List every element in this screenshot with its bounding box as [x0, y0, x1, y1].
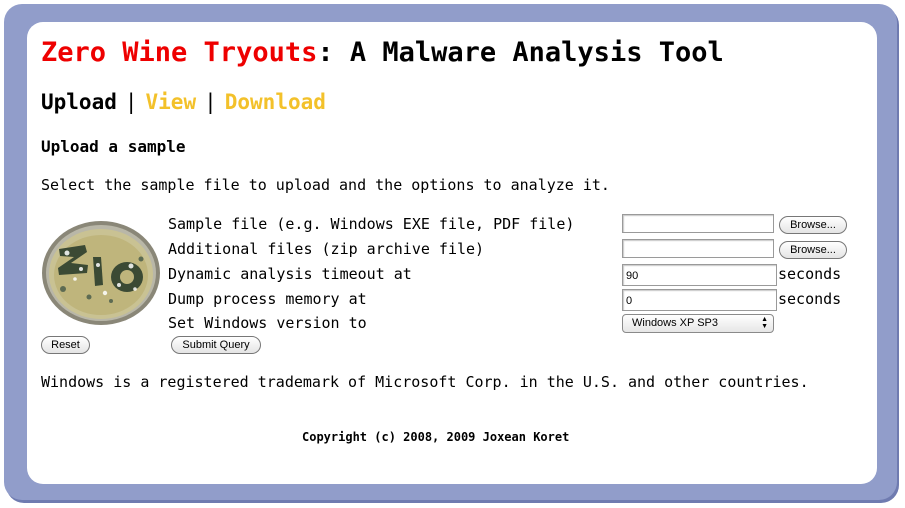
additional-files-label: Additional files (zip archive file) [168, 240, 485, 258]
timeout-unit: seconds [778, 265, 842, 283]
sample-file-label: Sample file (e.g. Windows EXE file, PDF … [168, 215, 575, 233]
title-subtitle: : A Malware Analysis Tool [317, 37, 724, 68]
sample-file-input[interactable] [622, 214, 774, 233]
page-title: Zero Wine Tryouts: A Malware Analysis To… [41, 37, 724, 68]
nav-upload[interactable]: Upload [41, 90, 117, 114]
select-arrows-icon: ▲ ▼ [761, 316, 768, 330]
submit-query-button[interactable]: Submit Query [171, 336, 261, 354]
timeout-input[interactable]: 90 [622, 264, 777, 286]
title-brand: Zero Wine Tryouts [41, 37, 318, 68]
windows-version-label: Set Windows version to [168, 314, 367, 332]
nav-separator: | [124, 90, 138, 114]
intro-text: Select the sample file to upload and the… [41, 176, 610, 194]
copyright-notice: Copyright (c) 2008, 2009 Joxean Koret [302, 430, 570, 444]
nav-download-link[interactable]: Download [225, 90, 326, 114]
additional-files-browse-button[interactable]: Browse... [779, 241, 847, 259]
timeout-label: Dynamic analysis timeout at [168, 265, 412, 283]
additional-files-input[interactable] [622, 239, 774, 258]
reset-button[interactable]: Reset [41, 336, 90, 354]
dump-memory-input[interactable]: 0 [622, 289, 777, 311]
nav-view-link[interactable]: View [146, 90, 197, 114]
dump-memory-unit: seconds [778, 290, 842, 308]
windows-version-select[interactable]: Windows XP SP3 ▲ ▼ [622, 314, 774, 333]
trademark-notice: Windows is a registered trademark of Mic… [41, 373, 809, 391]
main-nav: Upload | View | Download [41, 90, 326, 114]
dump-memory-label: Dump process memory at [168, 290, 367, 308]
nav-separator: | [204, 90, 217, 114]
windows-version-value: Windows XP SP3 [632, 317, 719, 329]
sample-file-browse-button[interactable]: Browse... [779, 216, 847, 234]
petri-dish-logo [42, 221, 160, 325]
section-title: Upload a sample [41, 137, 186, 156]
